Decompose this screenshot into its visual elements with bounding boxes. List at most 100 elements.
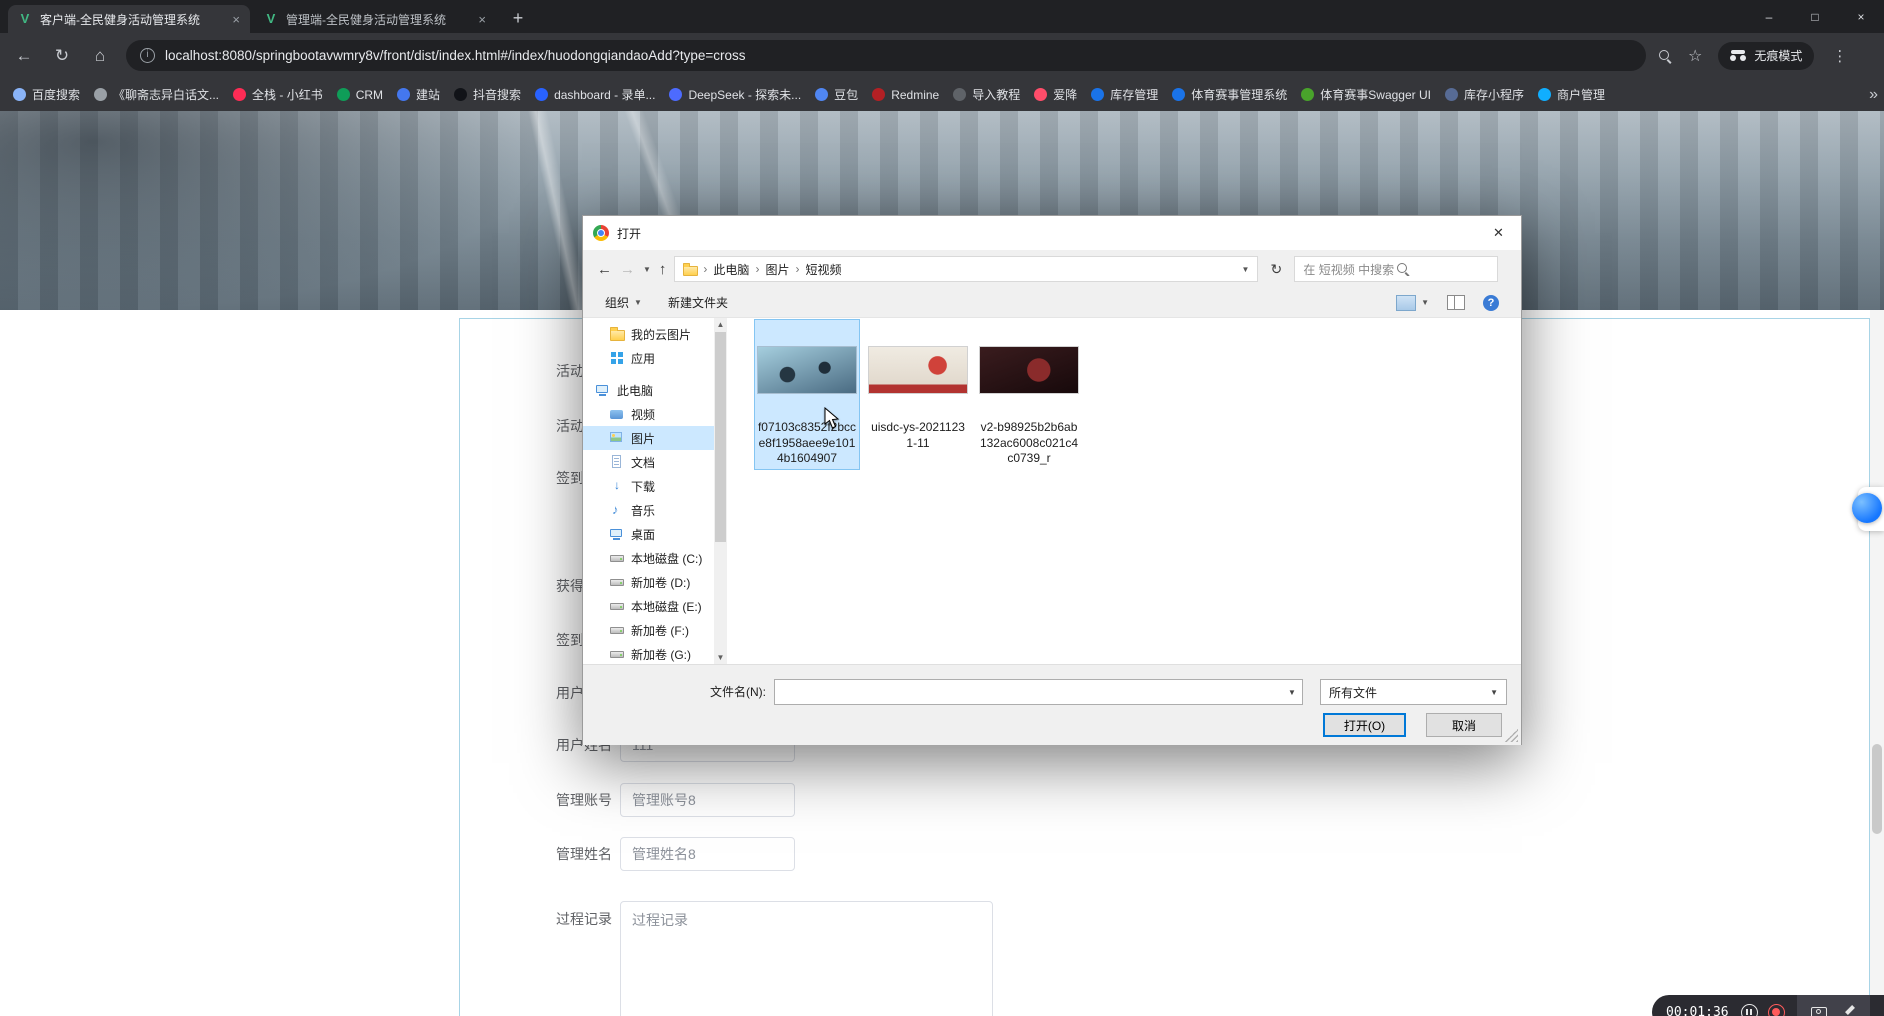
tab-close-icon[interactable]: ×	[232, 13, 240, 26]
bookmark-item[interactable]: Redmine	[865, 88, 946, 102]
sidebar-item[interactable]: 音乐	[583, 498, 714, 522]
sidebar-item[interactable]: 本地磁盘 (C:)	[583, 546, 714, 570]
close-window-button[interactable]: ×	[1838, 0, 1884, 33]
bookmark-item[interactable]: 建站	[390, 86, 447, 103]
admin-account-input[interactable]	[620, 783, 795, 817]
scroll-up-icon[interactable]: ▲	[714, 318, 727, 331]
back-icon[interactable]: ←	[8, 40, 40, 72]
tab-close-icon[interactable]: ×	[478, 13, 486, 26]
admin-name-input[interactable]	[620, 837, 795, 871]
zoom-search-icon[interactable]	[1658, 49, 1672, 63]
new-tab-button[interactable]: +	[506, 7, 530, 31]
bookmark-item[interactable]: 体育赛事管理系统	[1165, 86, 1294, 103]
bookmark-item[interactable]: 百度搜索	[6, 86, 87, 103]
sidebar-scrollbar[interactable]: ▲ ▼	[714, 318, 727, 664]
new-folder-label: 新建文件夹	[668, 294, 728, 311]
home-icon[interactable]: ⌂	[84, 40, 116, 72]
sidebar-item-icon	[609, 478, 625, 494]
sidebar-item[interactable]: 本地磁盘 (E:)	[583, 594, 714, 618]
breadcrumb-pictures[interactable]: 图片	[765, 261, 789, 278]
sidebar-item[interactable]: 应用	[583, 346, 714, 370]
bookmark-item[interactable]: 爱降	[1027, 86, 1084, 103]
sidebar-item[interactable]: 新加卷 (D:)	[583, 570, 714, 594]
bookmark-item[interactable]: 商户管理	[1531, 86, 1612, 103]
floating-assistant-button[interactable]	[1852, 493, 1882, 523]
dialog-forward-icon[interactable]: →	[620, 261, 635, 278]
refresh-icon[interactable]: ↻	[1266, 261, 1286, 278]
page-scrollbar-thumb[interactable]	[1872, 744, 1882, 834]
filename-input[interactable]	[774, 679, 1303, 705]
sidebar-item[interactable]: 此电脑	[583, 378, 714, 402]
bookmark-item[interactable]: 全栈 - 小红书	[226, 86, 330, 103]
bookmark-item[interactable]: 导入教程	[946, 86, 1027, 103]
pen-icon[interactable]	[1843, 1006, 1856, 1016]
pause-recording-icon[interactable]	[1741, 1004, 1758, 1016]
filename-dropdown-icon[interactable]: ▼	[1281, 679, 1303, 705]
sidebar-item[interactable]: 新加卷 (F:)	[583, 618, 714, 642]
sidebar-item[interactable]: 图片	[583, 426, 714, 450]
sidebar-item[interactable]: 新加卷 (G:)	[583, 642, 714, 664]
sidebar-item-label: 新加卷 (F:)	[631, 622, 689, 639]
preview-pane-icon[interactable]	[1447, 295, 1465, 310]
bookmark-item[interactable]: DeepSeek - 探索未...	[662, 86, 808, 103]
bookmark-item[interactable]: CRM	[330, 88, 390, 102]
dialog-search-input[interactable]: 在 短视频 中搜索	[1294, 256, 1498, 282]
sidebar-item[interactable]: 桌面	[583, 522, 714, 546]
sidebar-item[interactable]: 下载	[583, 474, 714, 498]
file-type-select[interactable]: 所有文件 ▼	[1320, 679, 1507, 705]
sidebar-item[interactable]: 文档	[583, 450, 714, 474]
bookmark-item[interactable]: 库存管理	[1084, 86, 1165, 103]
bookmarks-overflow-icon[interactable]: »	[1869, 78, 1878, 111]
browser-menu-icon[interactable]: ⋮	[1832, 47, 1847, 65]
chevron-down-icon: ▼	[1421, 298, 1429, 307]
file-item[interactable]: uisdc-ys-20211231-11	[866, 320, 970, 453]
bookmark-label: CRM	[356, 88, 383, 102]
bookmark-item[interactable]: 《聊斋志异白话文...	[87, 86, 226, 103]
resize-grip[interactable]	[1505, 729, 1518, 742]
sidebar-item-label: 新加卷 (D:)	[631, 574, 690, 591]
help-icon[interactable]: ?	[1483, 295, 1499, 311]
admin-name-label: 管理姓名	[556, 837, 612, 871]
stop-recording-icon[interactable]	[1768, 1004, 1785, 1016]
camera-icon[interactable]	[1811, 1007, 1827, 1016]
open-button[interactable]: 打开(O)	[1323, 713, 1406, 737]
new-folder-button[interactable]: 新建文件夹	[668, 294, 728, 311]
sidebar-item[interactable]: 我的云图片	[583, 322, 714, 346]
bookmark-favicon	[13, 88, 26, 101]
scroll-down-icon[interactable]: ▼	[714, 651, 727, 664]
dialog-up-icon[interactable]: ↑	[659, 261, 667, 278]
file-item[interactable]: v2-b98925b2b6ab132ac6008c021c4c0739_r	[977, 320, 1081, 469]
tab-client[interactable]: V 客户端-全民健身活动管理系统 ×	[8, 5, 250, 33]
bookmark-favicon	[1091, 88, 1104, 101]
dialog-title-bar[interactable]: 打开 ✕	[583, 216, 1521, 250]
breadcrumb-this-pc[interactable]: 此电脑	[713, 261, 749, 278]
page-scrollbar[interactable]	[1870, 310, 1884, 1016]
bookmark-item[interactable]: 豆包	[808, 86, 865, 103]
dialog-back-icon[interactable]: ←	[597, 261, 612, 278]
bookmark-item[interactable]: 库存小程序	[1438, 86, 1531, 103]
breadcrumb-caret-icon[interactable]: ▼	[1242, 265, 1250, 274]
maximize-button[interactable]: □	[1792, 0, 1838, 33]
bookmark-favicon	[1034, 88, 1047, 101]
bookmark-item[interactable]: 体育赛事Swagger UI	[1294, 86, 1438, 103]
dialog-close-icon[interactable]: ✕	[1476, 216, 1521, 250]
sidebar-item[interactable]: 视频	[583, 402, 714, 426]
tab-admin[interactable]: V 管理端-全民健身活动管理系统 ×	[254, 5, 496, 33]
bookmark-item[interactable]: 抖音搜索	[447, 86, 528, 103]
organize-menu[interactable]: 组织 ▼	[605, 294, 642, 311]
bookmark-star-icon[interactable]: ☆	[1688, 46, 1702, 66]
site-info-icon[interactable]: i	[140, 48, 155, 63]
process-record-textarea[interactable]: 过程记录	[620, 901, 993, 1016]
minimize-button[interactable]: –	[1746, 0, 1792, 33]
bookmark-item[interactable]: dashboard - 录单...	[528, 86, 662, 103]
breadcrumb-folder[interactable]: 短视频	[805, 261, 841, 278]
file-item[interactable]: f07103c8352f2bcce8f1958aee9e1014b1604907	[755, 320, 859, 469]
cancel-button[interactable]: 取消	[1426, 713, 1502, 737]
dialog-history-caret-icon[interactable]: ▼	[643, 265, 651, 274]
sidebar-scrollbar-thumb[interactable]	[715, 332, 726, 542]
reload-icon[interactable]: ↻	[46, 40, 78, 72]
breadcrumb[interactable]: › 此电脑 › 图片 › 短视频 ▼	[674, 256, 1258, 282]
view-mode-button[interactable]: ▼	[1396, 295, 1429, 311]
sidebar-item-icon	[609, 550, 625, 566]
url-bar[interactable]: i localhost:8080/springbootavwmry8v/fron…	[126, 40, 1646, 71]
